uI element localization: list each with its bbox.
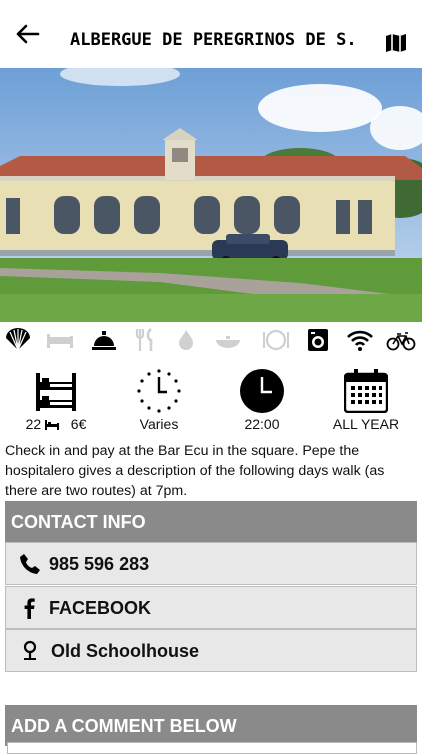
service-bell-icon	[92, 331, 116, 350]
curfew-label: 22:00	[244, 416, 280, 432]
phone-icon	[20, 554, 40, 574]
stats-row: 22 6€ Varies 22:00 ALL YEAR	[0, 365, 422, 437]
checkin-label: Varies	[139, 416, 179, 432]
beds-price-label: 22 6€	[6, 416, 106, 432]
amenities-row	[0, 324, 422, 356]
clock-icon	[240, 369, 284, 413]
checkin-stat: Varies	[109, 365, 209, 437]
comment-header: ADD A COMMENT BELOW	[5, 705, 417, 746]
bicycle-icon	[386, 332, 416, 351]
curfew-stat: 22:00	[212, 365, 312, 437]
season-label: ALL YEAR	[332, 416, 400, 432]
dish-icon	[216, 336, 240, 348]
facebook-icon	[24, 598, 35, 619]
back-arrow-icon[interactable]	[14, 22, 42, 46]
season-stat: ALL YEAR	[316, 365, 416, 437]
bed-small-icon	[45, 420, 60, 431]
map-icon[interactable]	[385, 33, 407, 53]
location-row[interactable]: Old Schoolhouse	[5, 629, 417, 672]
beds-count: 22	[25, 416, 42, 432]
dotted-clock-icon	[137, 369, 181, 413]
description-text: Check in and pay at the Bar Ecu in the s…	[5, 443, 385, 499]
bunk-bed-icon	[36, 373, 76, 411]
price: 6€	[70, 416, 87, 432]
cutlery-icon	[135, 328, 153, 351]
phone-row[interactable]: 985 596 283	[5, 542, 417, 585]
wifi-icon	[347, 330, 373, 351]
fire-icon	[179, 330, 193, 350]
shell-icon	[6, 328, 30, 351]
calendar-icon	[344, 369, 388, 413]
albergue-photo	[0, 68, 422, 322]
beds-price-stat: 22 6€	[6, 365, 106, 437]
washing-machine-icon	[308, 329, 328, 351]
location-name: Old Schoolhouse	[51, 641, 200, 661]
comment-input[interactable]	[7, 742, 417, 754]
location-pin-icon	[23, 640, 37, 660]
top-bar: ALBERGUE DE PEREGRINOS DE S...	[0, 0, 422, 69]
plate-icon	[263, 329, 289, 351]
bed-icon	[47, 334, 73, 348]
page-title: ALBERGUE DE PEREGRINOS DE S...	[70, 30, 360, 50]
contact-info-header: CONTACT INFO	[5, 501, 417, 542]
facebook-row[interactable]: FACEBOOK	[5, 586, 417, 629]
facebook-link: FACEBOOK	[49, 598, 152, 618]
phone-number: 985 596 283	[49, 554, 150, 574]
